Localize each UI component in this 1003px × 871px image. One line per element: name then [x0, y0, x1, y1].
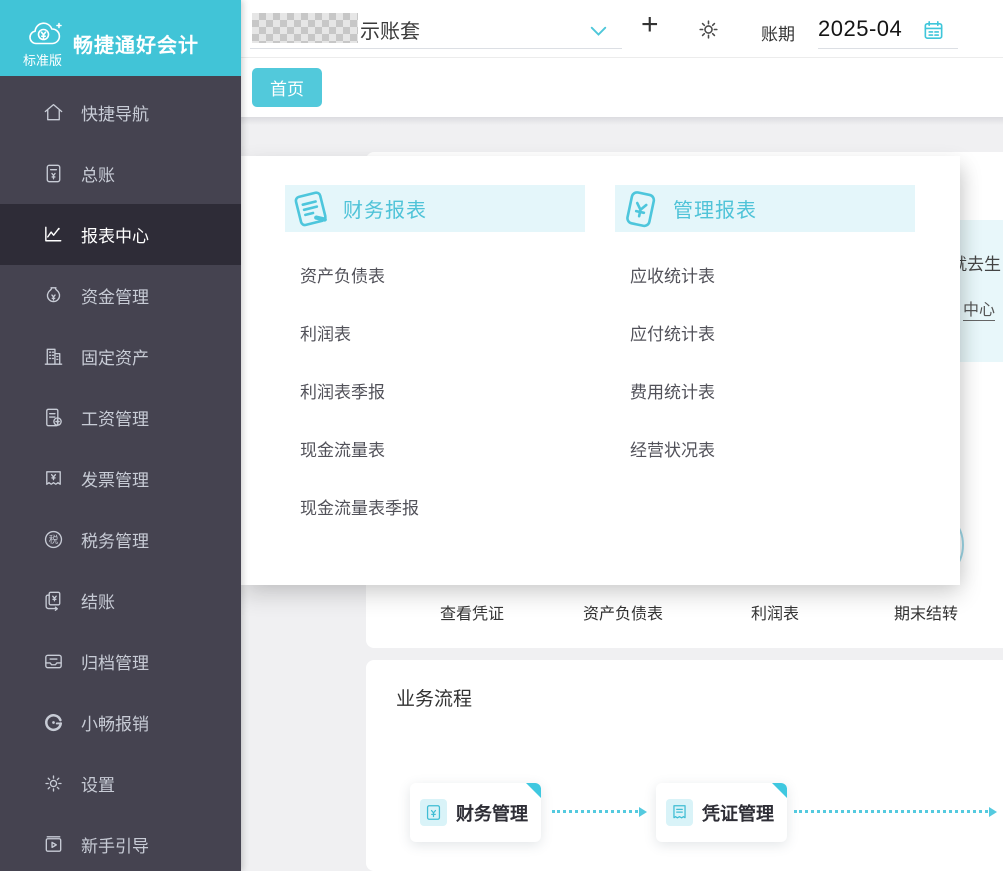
- menu-item[interactable]: 应付统计表: [630, 320, 715, 345]
- sidebar-item-fixed-assets[interactable]: 固定资产: [0, 326, 241, 387]
- building-icon: [42, 345, 65, 368]
- settings-gear-icon: [42, 772, 65, 795]
- flow-arrow: [552, 807, 647, 817]
- add-account-set-button[interactable]: +: [641, 8, 659, 42]
- workflow-node-label: 财务管理: [456, 803, 528, 824]
- app-window: 查看凭证 资产负债表 利润表 期末结转 就去生 中心 业务流程 财务管理 凭证管…: [0, 0, 1003, 871]
- menu-item[interactable]: 现金流量表: [300, 436, 385, 461]
- sidebar-nav: 快捷导航 总账 报表中心 资金管理 固定资产 工资管理 发票管理 税 税务管理 …: [0, 82, 241, 871]
- cloud-yuan-logo-icon: [26, 19, 62, 49]
- menu-item[interactable]: 利润表季报: [300, 378, 385, 403]
- money-bag-icon: [42, 284, 65, 307]
- archive-icon: [42, 650, 65, 673]
- sidebar-item-label: 归档管理: [81, 654, 149, 673]
- sidebar-item-label: 工资管理: [81, 410, 149, 429]
- sidebar-item-label: 新手引导: [81, 837, 149, 856]
- sidebar-item-guide[interactable]: 新手引导: [0, 814, 241, 871]
- report-center-mega-menu: 财务报表 资产负债表 利润表 利润表季报 现金流量表 现金流量表季报 管理报表 …: [241, 156, 960, 585]
- brand-edition-badge: 标准版: [23, 53, 63, 68]
- sidebar-item-closing[interactable]: 结账: [0, 570, 241, 631]
- sidebar-item-label: 总账: [81, 166, 115, 185]
- account-name-redacted: [252, 13, 358, 43]
- period-input-underline: [818, 48, 958, 49]
- closing-icon: [42, 589, 65, 612]
- svg-text:税: 税: [49, 534, 59, 546]
- payroll-icon: [42, 406, 65, 429]
- management-report-icon: [619, 188, 661, 230]
- financial-report-icon: [289, 188, 331, 230]
- guide-video-icon: [42, 833, 65, 856]
- sidebar-item-label: 结账: [81, 593, 115, 612]
- sidebar-item-report-center[interactable]: 报表中心: [0, 204, 241, 265]
- app-logo: 畅捷通好会计 标准版: [0, 0, 241, 76]
- section-title: 财务报表: [343, 200, 427, 222]
- corner-fold-icon: [526, 783, 541, 798]
- management-reports-header: 管理报表: [615, 185, 915, 232]
- brand-title: 畅捷通好会计: [73, 35, 199, 57]
- sidebar-item-payroll[interactable]: 工资管理: [0, 387, 241, 448]
- workflow-node-voucher[interactable]: 凭证管理: [656, 783, 787, 842]
- corner-fold-icon: [772, 783, 787, 798]
- workflow-node-label: 凭证管理: [702, 803, 774, 824]
- quick-action-label[interactable]: 利润表: [700, 600, 850, 624]
- account-set-name[interactable]: 示账套: [360, 15, 420, 44]
- menu-item[interactable]: 经营状况表: [630, 436, 715, 461]
- quick-action-label[interactable]: 查看凭证: [397, 600, 547, 624]
- quick-action-label[interactable]: 资产负债表: [548, 600, 698, 624]
- welcome-center-link[interactable]: 中心: [963, 296, 996, 321]
- home-icon: [42, 101, 65, 124]
- flow-arrow: [794, 807, 997, 817]
- sidebar: 畅捷通好会计 标准版 快捷导航 总账 报表中心 资金管理 固定资产 工资管理 发…: [0, 0, 241, 871]
- top-bar: 示账套 + 账期 2025-04: [241, 0, 1003, 58]
- sidebar-item-label: 资金管理: [81, 288, 149, 307]
- account-select-underline: [250, 48, 622, 49]
- period-value-input[interactable]: 2025-04: [818, 16, 902, 42]
- menu-item[interactable]: 费用统计表: [630, 378, 715, 403]
- menu-item[interactable]: 应收统计表: [630, 262, 715, 287]
- sidebar-item-reimburse[interactable]: 小畅报销: [0, 692, 241, 753]
- menu-item[interactable]: 现金流量表季报: [300, 494, 419, 519]
- sidebar-item-tax[interactable]: 税 税务管理: [0, 509, 241, 570]
- calendar-icon[interactable]: [922, 19, 945, 42]
- tab-home[interactable]: 首页: [252, 68, 322, 107]
- report-chart-icon: [42, 223, 65, 246]
- sidebar-item-quick-nav[interactable]: 快捷导航: [0, 82, 241, 143]
- gear-icon[interactable]: [696, 17, 721, 42]
- quick-action-label[interactable]: 期末结转: [851, 600, 1001, 624]
- ledger-icon: [42, 162, 65, 185]
- sidebar-item-archive[interactable]: 归档管理: [0, 631, 241, 692]
- workflow-node-finance[interactable]: 财务管理: [410, 783, 541, 842]
- finance-book-icon: [420, 799, 447, 826]
- financial-reports-header: 财务报表: [285, 185, 585, 232]
- sidebar-item-label: 报表中心: [81, 227, 149, 246]
- menu-item[interactable]: 资产负债表: [300, 262, 385, 287]
- chevron-down-icon[interactable]: [590, 25, 607, 37]
- voucher-icon: [666, 799, 693, 826]
- sidebar-item-label: 发票管理: [81, 471, 149, 490]
- sidebar-item-general-ledger[interactable]: 总账: [0, 143, 241, 204]
- sidebar-item-label: 设置: [81, 776, 115, 795]
- tax-icon: 税: [42, 528, 65, 551]
- menu-item[interactable]: 利润表: [300, 320, 351, 345]
- sidebar-item-label: 小畅报销: [81, 715, 149, 734]
- sidebar-item-funds[interactable]: 资金管理: [0, 265, 241, 326]
- sidebar-item-label: 税务管理: [81, 532, 149, 551]
- workflow-card: 业务流程 财务管理 凭证管理: [366, 660, 1003, 871]
- tab-strip: 首页: [241, 58, 1003, 117]
- workflow-title: 业务流程: [396, 689, 473, 710]
- reimburse-icon: [42, 711, 65, 734]
- sidebar-item-invoices[interactable]: 发票管理: [0, 448, 241, 509]
- period-label: 账期: [761, 25, 795, 44]
- sidebar-item-label: 快捷导航: [81, 105, 149, 124]
- sidebar-item-settings[interactable]: 设置: [0, 753, 241, 814]
- invoice-icon: [42, 467, 65, 490]
- tabstrip-shadow: [241, 117, 1003, 125]
- section-title: 管理报表: [673, 200, 757, 222]
- sidebar-item-label: 固定资产: [81, 349, 149, 368]
